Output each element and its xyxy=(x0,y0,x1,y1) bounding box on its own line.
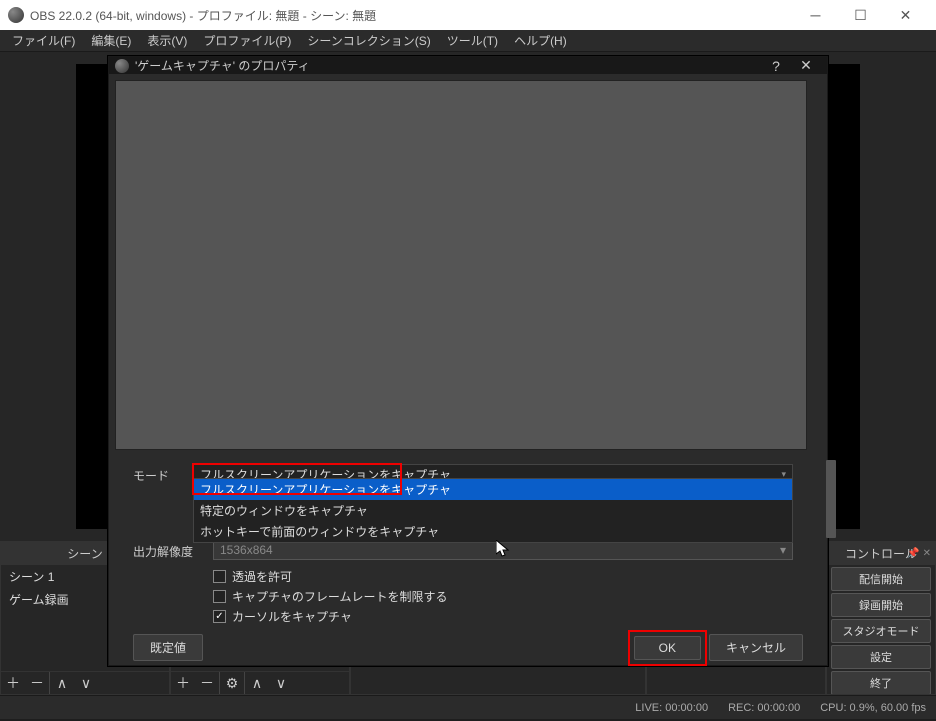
form-scrollbar[interactable] xyxy=(825,456,837,570)
checkbox-label: 透過を許可 xyxy=(232,568,292,585)
source-down-button[interactable]: ∨ xyxy=(269,672,293,694)
remove-source-button[interactable]: － xyxy=(195,672,219,694)
dialog-preview xyxy=(115,80,807,450)
dialog-body: モード フルスクリーンアプリケーションをキャプチャ ▾ フルスクリーンアプリケー… xyxy=(109,74,827,675)
dialog-help-button[interactable]: ? xyxy=(761,58,791,74)
controls-title: コントロール xyxy=(845,545,917,562)
checkbox-row[interactable]: カーソルをキャプチャ xyxy=(213,608,793,625)
add-source-button[interactable]: ＋ xyxy=(171,672,195,694)
start-stream-button[interactable]: 配信開始 xyxy=(831,567,931,591)
mode-option[interactable]: フルスクリーンアプリケーションをキャプチャ xyxy=(194,479,792,500)
menu-scene-collection[interactable]: シーンコレクション(S) xyxy=(299,30,438,51)
checkbox-row[interactable]: 透過を許可 xyxy=(213,568,793,585)
dialog-buttons: 既定値 OK キャンセル xyxy=(113,628,823,671)
remove-scene-button[interactable]: － xyxy=(25,672,49,694)
controls-panel-header: コントロール 📌 ✕ xyxy=(827,542,935,565)
mode-dropdown-list[interactable]: フルスクリーンアプリケーションをキャプチャ 特定のウィンドウをキャプチャ ホット… xyxy=(193,478,793,543)
checkbox-label: カーソルをキャプチャ xyxy=(232,608,352,625)
mode-option[interactable]: 特定のウィンドウをキャプチャ xyxy=(194,500,792,521)
menu-help[interactable]: ヘルプ(H) xyxy=(506,30,575,51)
controls-body: 配信開始 録画開始 スタジオモード 設定 終了 xyxy=(827,565,935,694)
status-rec: REC: 00:00:00 xyxy=(728,702,800,714)
menu-file[interactable]: ファイル(F) xyxy=(4,30,83,51)
dialog-close-button[interactable]: ✕ xyxy=(791,57,821,74)
source-up-button[interactable]: ∧ xyxy=(245,672,269,694)
menubar: ファイル(F) 編集(E) 表示(V) プロファイル(P) シーンコレクション(… xyxy=(0,30,936,52)
resolution-row: 出力解像度 1536x864 ▾ xyxy=(133,540,793,560)
dialog-icon xyxy=(115,59,129,73)
resolution-value: 1536x864 xyxy=(220,543,273,557)
pin-icon[interactable]: 📌 ✕ xyxy=(907,548,931,559)
menu-view[interactable]: 表示(V) xyxy=(139,30,195,51)
maximize-button[interactable]: ☐ xyxy=(838,0,883,30)
mode-row: モード フルスクリーンアプリケーションをキャプチャ ▾ フルスクリーンアプリケー… xyxy=(133,464,793,484)
scene-up-button[interactable]: ∧ xyxy=(50,672,74,694)
studio-mode-button[interactable]: スタジオモード xyxy=(831,619,931,643)
add-scene-button[interactable]: ＋ xyxy=(1,672,25,694)
close-button[interactable]: ✕ xyxy=(883,0,928,30)
app-icon xyxy=(8,7,24,23)
resolution-label: 出力解像度 xyxy=(133,540,213,560)
mode-label: モード xyxy=(133,464,193,484)
status-cpu: CPU: 0.9%, 60.00 fps xyxy=(820,702,926,714)
window-titlebar: OBS 22.0.2 (64-bit, windows) - プロファイル: 無… xyxy=(0,0,936,30)
defaults-button[interactable]: 既定値 xyxy=(133,634,203,661)
ok-button[interactable]: OK xyxy=(634,636,701,660)
settings-button[interactable]: 設定 xyxy=(831,645,931,669)
menu-edit[interactable]: 編集(E) xyxy=(83,30,139,51)
controls-panel: コントロール 📌 ✕ 配信開始 録画開始 スタジオモード 設定 終了 xyxy=(826,541,936,695)
menu-tools[interactable]: ツール(T) xyxy=(439,30,506,51)
mode-option[interactable]: ホットキーで前面のウィンドウをキャプチャ xyxy=(194,521,792,542)
properties-dialog: 'ゲームキャプチャ' のプロパティ ? ✕ モード フルスクリーンアプリケーショ… xyxy=(108,56,828,666)
statusbar: LIVE: 00:00:00 REC: 00:00:00 CPU: 0.9%, … xyxy=(0,695,936,719)
chevron-down-icon: ▾ xyxy=(780,543,786,557)
capture-cursor-checkbox[interactable] xyxy=(213,610,226,623)
limit-framerate-checkbox[interactable] xyxy=(213,590,226,603)
scenes-title: シーン xyxy=(67,545,102,562)
scene-down-button[interactable]: ∨ xyxy=(74,672,98,694)
exit-button[interactable]: 終了 xyxy=(831,671,931,694)
menu-profile[interactable]: プロファイル(P) xyxy=(195,30,299,51)
start-record-button[interactable]: 録画開始 xyxy=(831,593,931,617)
checkbox-label: キャプチャのフレームレートを制限する xyxy=(232,588,448,605)
dialog-titlebar[interactable]: 'ゲームキャプチャ' のプロパティ ? ✕ xyxy=(109,57,827,74)
minimize-button[interactable]: ─ xyxy=(793,0,838,30)
cancel-button[interactable]: キャンセル xyxy=(709,634,803,661)
dialog-title: 'ゲームキャプチャ' のプロパティ xyxy=(135,57,761,74)
resolution-input[interactable]: 1536x864 ▾ xyxy=(213,540,793,560)
checkbox-row[interactable]: キャプチャのフレームレートを制限する xyxy=(213,588,793,605)
dialog-form: モード フルスクリーンアプリケーションをキャプチャ ▾ フルスクリーンアプリケー… xyxy=(113,460,823,628)
allow-transparency-checkbox[interactable] xyxy=(213,570,226,583)
status-live: LIVE: 00:00:00 xyxy=(635,702,708,714)
source-settings-button[interactable]: ⚙ xyxy=(220,672,244,694)
window-title: OBS 22.0.2 (64-bit, windows) - プロファイル: 無… xyxy=(30,7,793,24)
